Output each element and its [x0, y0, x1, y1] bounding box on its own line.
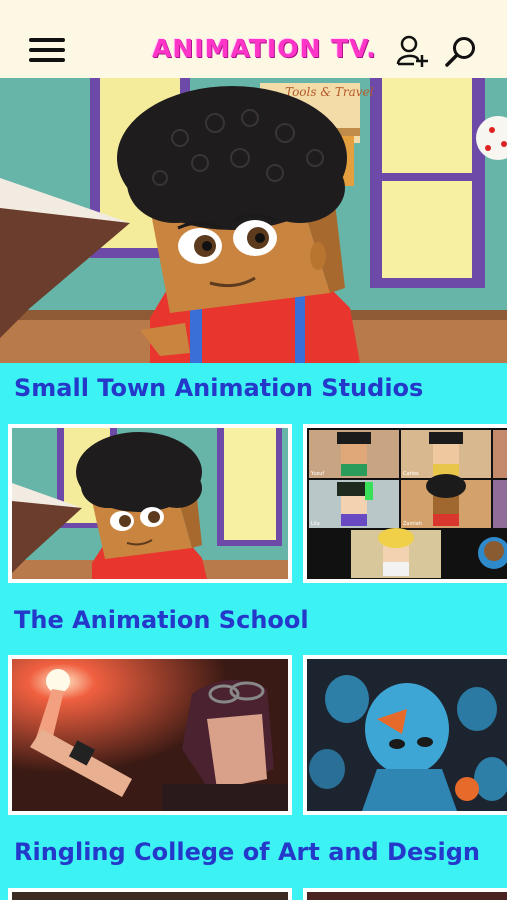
video-thumbnail[interactable] — [8, 888, 292, 900]
search-icon[interactable] — [444, 36, 478, 68]
poster-text: Tools & Travel — [285, 85, 374, 99]
hero-banner[interactable]: Tools & Travel — [0, 78, 507, 363]
section-title: Small Town Animation Studios — [14, 374, 424, 402]
video-thumbnail[interactable] — [303, 655, 507, 815]
section-title: Ringling College of Art and Design — [14, 838, 481, 866]
app-logo[interactable]: ANIMATION TV. — [152, 34, 377, 63]
participant-name: Yusuf — [310, 471, 324, 477]
section-title: The Animation School — [14, 606, 309, 634]
participant-name: Zamiah — [403, 521, 422, 527]
video-thumbnail[interactable] — [8, 424, 292, 583]
add-user-icon[interactable] — [396, 35, 428, 69]
hamburger-icon[interactable] — [29, 38, 65, 64]
participant-name: Carlos — [403, 471, 419, 477]
video-thumbnail[interactable] — [303, 888, 507, 900]
participant-name: Lila — [311, 521, 320, 527]
video-thumbnail[interactable] — [8, 655, 292, 815]
app-header: ANIMATION TV. — [0, 0, 507, 78]
video-thumbnail[interactable]: Yusuf Carlos Lila Zamiah — [303, 424, 507, 583]
